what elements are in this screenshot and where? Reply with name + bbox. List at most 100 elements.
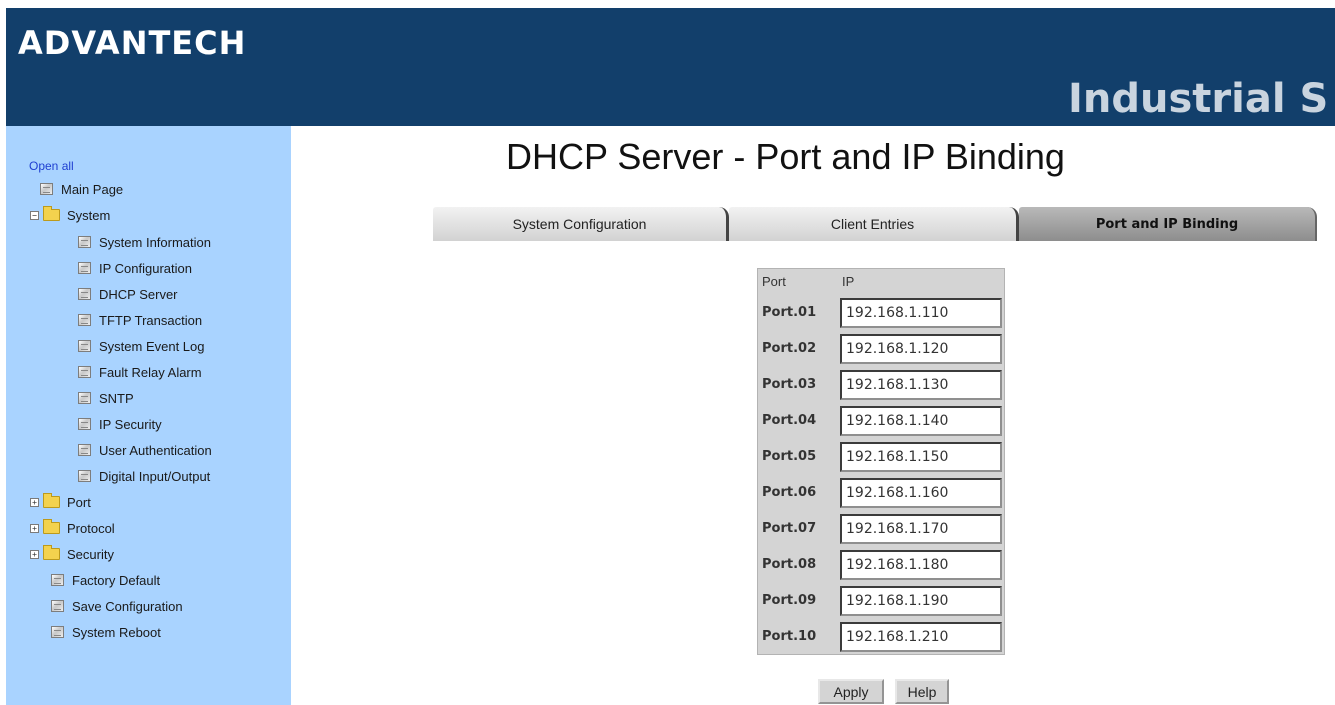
port-ip-binding-table: Port IP Port.01 Port.02 Port.03 Port.04 … xyxy=(757,268,1005,655)
sidebar-item-fault-relay-alarm[interactable]: Fault Relay Alarm xyxy=(78,362,202,382)
page-icon xyxy=(51,600,64,612)
table-row: Port.06 xyxy=(758,475,1004,511)
product-title: Industrial S xyxy=(1068,76,1329,122)
sidebar-item-label: IP Configuration xyxy=(99,260,192,276)
ip-address-input[interactable] xyxy=(840,334,1002,364)
tab-port-and-ip-binding[interactable]: Port and IP Binding xyxy=(1019,207,1317,241)
sidebar: Open all Main Page − System System Infor… xyxy=(6,126,291,705)
table-row: Port.02 xyxy=(758,331,1004,367)
port-label: Port.10 xyxy=(762,629,817,644)
ip-address-input[interactable] xyxy=(840,622,1002,652)
ip-address-input[interactable] xyxy=(840,298,1002,328)
sidebar-item-user-authentication[interactable]: User Authentication xyxy=(78,440,212,460)
table-row: Port.10 xyxy=(758,619,1004,655)
collapse-icon[interactable]: − xyxy=(30,210,39,220)
table-row: Port.04 xyxy=(758,403,1004,439)
sidebar-item-tftp-transaction[interactable]: TFTP Transaction xyxy=(78,310,202,330)
ip-address-input[interactable] xyxy=(840,550,1002,580)
sidebar-item-label: System xyxy=(67,207,111,223)
apply-button[interactable]: Apply xyxy=(818,679,884,704)
folder-open-icon xyxy=(43,206,60,221)
page-icon xyxy=(78,392,91,404)
sidebar-item-main-page[interactable]: Main Page xyxy=(40,179,123,199)
page-icon xyxy=(40,183,53,195)
port-label: Port.05 xyxy=(762,449,817,464)
sidebar-item-save-configuration[interactable]: Save Configuration xyxy=(51,596,183,616)
ip-address-input[interactable] xyxy=(840,442,1002,472)
page-icon xyxy=(78,314,91,326)
table-row: Port.03 xyxy=(758,367,1004,403)
table-row: Port.05 xyxy=(758,439,1004,475)
sidebar-item-label: Main Page xyxy=(61,181,124,197)
port-label: Port.08 xyxy=(762,557,817,572)
ip-address-input[interactable] xyxy=(840,478,1002,508)
sidebar-item-label: Security xyxy=(67,546,114,562)
sidebar-item-label: TFTP Transaction xyxy=(99,312,203,328)
sidebar-item-label: IP Security xyxy=(99,416,162,432)
sidebar-item-label: System Information xyxy=(99,234,211,250)
advantech-logo: ADVANTECH xyxy=(18,24,247,62)
port-label: Port.04 xyxy=(762,413,817,428)
sidebar-item-factory-default[interactable]: Factory Default xyxy=(51,570,160,590)
sidebar-item-label: Digital Input/Output xyxy=(99,468,211,484)
sidebar-item-label: SNTP xyxy=(99,390,134,406)
table-row: Port.09 xyxy=(758,583,1004,619)
sidebar-item-label: Port xyxy=(67,494,91,510)
column-header-port: Port xyxy=(762,274,786,289)
port-label: Port.01 xyxy=(762,305,817,320)
open-all-link[interactable]: Open all xyxy=(29,159,74,173)
page-icon xyxy=(78,470,91,482)
column-header-ip: IP xyxy=(842,274,855,289)
sidebar-item-label: User Authentication xyxy=(99,442,212,458)
port-label: Port.03 xyxy=(762,377,817,392)
sidebar-item-ip-security[interactable]: IP Security xyxy=(78,414,162,434)
page-icon xyxy=(78,366,91,378)
sidebar-item-system-reboot[interactable]: System Reboot xyxy=(51,622,161,642)
sidebar-item-protocol[interactable]: + Protocol xyxy=(30,518,115,538)
sidebar-item-label: Protocol xyxy=(67,520,115,536)
expand-icon[interactable]: + xyxy=(30,549,39,559)
sidebar-item-dhcp-server[interactable]: DHCP Server xyxy=(78,284,178,304)
ip-address-input[interactable] xyxy=(840,406,1002,436)
sidebar-item-label: DHCP Server xyxy=(99,286,178,302)
page-title: DHCP Server - Port and IP Binding xyxy=(506,136,1065,177)
table-header: Port IP xyxy=(758,269,1004,295)
sidebar-item-digital-input-output[interactable]: Digital Input/Output xyxy=(78,466,210,486)
ip-address-input[interactable] xyxy=(840,514,1002,544)
sidebar-item-ip-configuration[interactable]: IP Configuration xyxy=(78,258,192,278)
sidebar-item-label: Fault Relay Alarm xyxy=(99,364,202,380)
sidebar-item-system-information[interactable]: System Information xyxy=(78,232,211,252)
sidebar-item-label: System Event Log xyxy=(99,338,205,354)
port-label: Port.02 xyxy=(762,341,817,356)
sidebar-item-port[interactable]: + Port xyxy=(30,492,91,512)
tab-client-entries[interactable]: Client Entries xyxy=(729,207,1019,241)
folder-icon xyxy=(43,519,60,534)
sidebar-item-security[interactable]: + Security xyxy=(30,544,114,564)
sidebar-item-sntp[interactable]: SNTP xyxy=(78,388,134,408)
table-row: Port.07 xyxy=(758,511,1004,547)
expand-icon[interactable]: + xyxy=(30,523,39,533)
sidebar-item-label: Save Configuration xyxy=(72,598,183,614)
sidebar-item-system[interactable]: − System xyxy=(30,205,110,225)
ip-address-input[interactable] xyxy=(840,586,1002,616)
page-icon xyxy=(78,236,91,248)
page-icon xyxy=(78,262,91,274)
nav-tree: Open all Main Page − System System Infor… xyxy=(6,126,291,705)
sidebar-item-label: Factory Default xyxy=(72,572,161,588)
page-icon xyxy=(78,340,91,352)
port-label: Port.09 xyxy=(762,593,817,608)
sidebar-item-system-event-log[interactable]: System Event Log xyxy=(78,336,205,356)
expand-icon[interactable]: + xyxy=(30,497,39,507)
table-row: Port.08 xyxy=(758,547,1004,583)
page-icon xyxy=(78,444,91,456)
folder-icon xyxy=(43,545,60,560)
table-row: Port.01 xyxy=(758,295,1004,331)
tab-system-configuration[interactable]: System Configuration xyxy=(433,207,729,241)
port-label: Port.07 xyxy=(762,521,817,536)
port-label: Port.06 xyxy=(762,485,817,500)
header-banner: ADVANTECH Industrial S xyxy=(6,8,1335,126)
ip-address-input[interactable] xyxy=(840,370,1002,400)
help-button[interactable]: Help xyxy=(895,679,949,704)
folder-icon xyxy=(43,493,60,508)
sidebar-item-label: System Reboot xyxy=(72,624,161,640)
